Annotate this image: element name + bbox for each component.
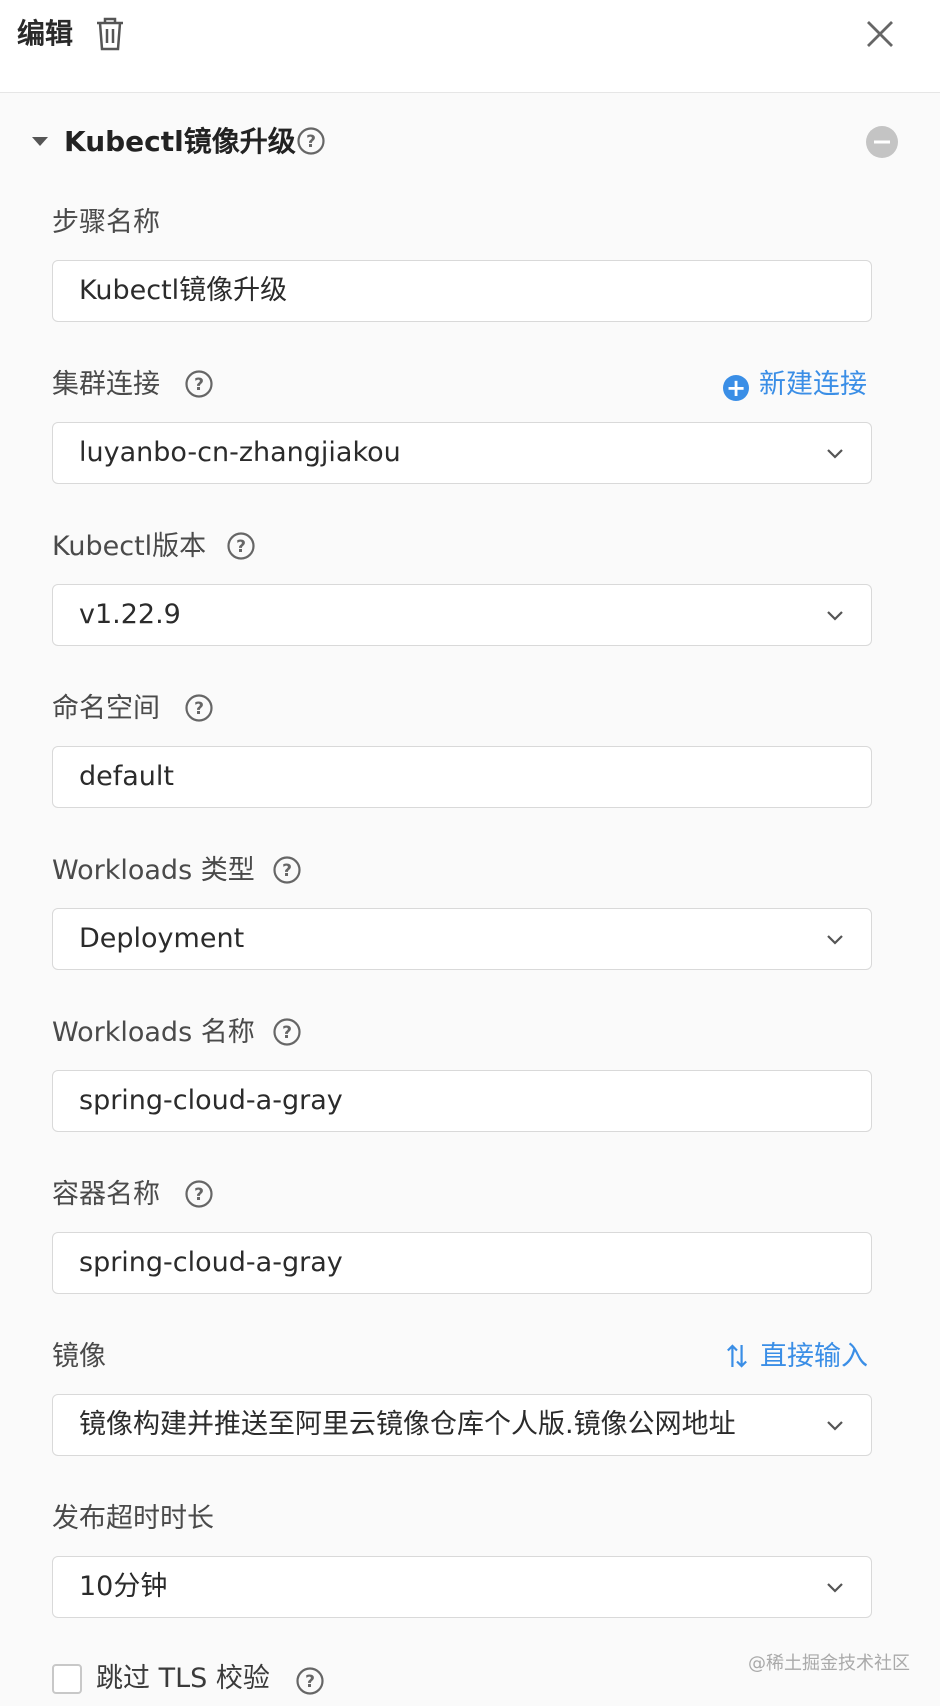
chevron-down-icon <box>827 1421 843 1431</box>
kubectl-version-value: v1.22.9 <box>79 599 181 630</box>
chevron-down-icon <box>827 449 843 459</box>
switch-arrows-icon <box>727 1344 747 1368</box>
page-title: 编辑 <box>17 17 74 50</box>
trash-icon[interactable] <box>94 17 126 51</box>
step-name-value: Kubectl镜像升级 <box>79 275 288 306</box>
timeout-select[interactable]: 10分钟 <box>52 1556 872 1618</box>
cluster-label: 集群连接 <box>52 369 160 400</box>
svg-text:?: ? <box>194 375 204 395</box>
workload-name-value: spring-cloud-a-gray <box>79 1085 343 1116</box>
cluster-value: luyanbo-cn-zhangjiakou <box>79 437 401 468</box>
namespace-input[interactable]: default <box>52 746 872 808</box>
svg-text:?: ? <box>194 699 204 719</box>
namespace-value: default <box>79 761 175 792</box>
chevron-down-icon <box>827 1583 843 1593</box>
new-connection-link[interactable]: + 新建连接 <box>723 367 867 403</box>
image-select[interactable]: 镜像构建并推送至阿里云镜像仓库个人版.镜像公网地址 <box>52 1394 872 1456</box>
timeout-value: 10分钟 <box>79 1571 168 1602</box>
cluster-select[interactable]: luyanbo-cn-zhangjiakou <box>52 422 872 484</box>
svg-text:?: ? <box>236 537 246 557</box>
workload-type-value: Deployment <box>79 923 245 954</box>
help-icon[interactable]: ? <box>185 370 213 398</box>
svg-text:?: ? <box>194 1185 204 1205</box>
skip-tls-checkbox[interactable] <box>52 1664 82 1694</box>
container-name-value: spring-cloud-a-gray <box>79 1247 343 1278</box>
namespace-label: 命名空间 <box>52 693 160 724</box>
chevron-down-icon <box>827 935 843 945</box>
close-icon[interactable] <box>862 16 898 52</box>
section-header: Kubectl镜像升级 ? <box>0 112 940 172</box>
new-connection-label: 新建连接 <box>759 369 867 400</box>
help-icon[interactable]: ? <box>297 127 325 155</box>
kubectl-version-select[interactable]: v1.22.9 <box>52 584 872 646</box>
plus-circle-icon: + <box>723 375 749 401</box>
header-bar: 编辑 <box>0 0 940 93</box>
section-title: Kubectl镜像升级 <box>64 125 296 158</box>
help-icon[interactable]: ? <box>227 532 255 560</box>
svg-text:?: ? <box>305 1672 315 1692</box>
workload-name-input[interactable]: spring-cloud-a-gray <box>52 1070 872 1132</box>
help-icon[interactable]: ? <box>273 856 301 884</box>
container-name-input[interactable]: spring-cloud-a-gray <box>52 1232 872 1294</box>
svg-text:?: ? <box>282 861 292 881</box>
remove-step-icon[interactable] <box>866 126 898 158</box>
step-name-input[interactable]: Kubectl镜像升级 <box>52 260 872 322</box>
workload-type-select[interactable]: Deployment <box>52 908 872 970</box>
image-value: 镜像构建并推送至阿里云镜像仓库个人版.镜像公网地址 <box>79 1409 736 1440</box>
image-label: 镜像 <box>52 1341 106 1372</box>
help-icon[interactable]: ? <box>185 694 213 722</box>
watermark-text: @稀土掘金技术社区 <box>748 1653 910 1674</box>
skip-tls-label: 跳过 TLS 校验 <box>96 1663 270 1694</box>
step-name-label: 步骤名称 <box>52 207 160 238</box>
direct-input-label: 直接输入 <box>760 1341 868 1372</box>
chevron-down-icon <box>827 611 843 621</box>
direct-input-link[interactable]: 直接输入 <box>726 1339 868 1375</box>
workload-type-label: Workloads 类型 <box>52 855 255 886</box>
workload-name-label: Workloads 名称 <box>52 1017 255 1048</box>
svg-text:?: ? <box>282 1023 292 1043</box>
svg-text:?: ? <box>306 132 316 152</box>
container-name-label: 容器名称 <box>52 1179 160 1210</box>
help-icon[interactable]: ? <box>273 1018 301 1046</box>
help-icon[interactable]: ? <box>296 1667 324 1695</box>
timeout-label: 发布超时时长 <box>52 1503 214 1534</box>
collapse-caret-icon[interactable] <box>32 137 48 146</box>
kubectl-version-label: Kubectl版本 <box>52 531 207 562</box>
help-icon[interactable]: ? <box>185 1180 213 1208</box>
